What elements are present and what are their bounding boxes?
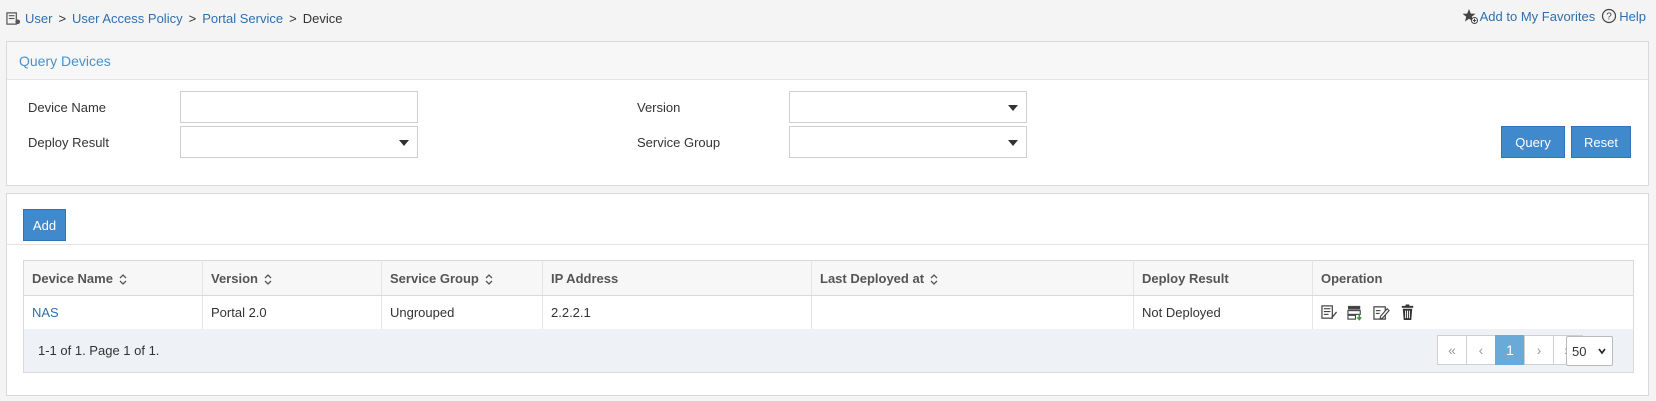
column-header-last-deployed-at[interactable]: Last Deployed at <box>811 260 1134 296</box>
breadcrumb-user-access-policy[interactable]: User Access Policy <box>72 11 183 26</box>
deploy-result-label: Deploy Result <box>28 135 109 150</box>
column-header-device-name[interactable]: Device Name <box>23 260 203 296</box>
device-list-panel: Add Device Name Version Service Group IP… <box>6 193 1649 396</box>
service-group-label: Service Group <box>637 135 721 150</box>
query-button[interactable]: Query <box>1501 126 1565 158</box>
column-header-label: Service Group <box>390 270 479 286</box>
query-panel-title: Query Devices <box>7 42 1648 80</box>
edit-icon[interactable] <box>1373 304 1390 321</box>
device-name-label: Device Name <box>28 100 107 115</box>
help-icon: ? <box>1602 8 1617 24</box>
operation-cell <box>1313 296 1634 330</box>
last-deployed-cell <box>811 295 1134 330</box>
column-header-version[interactable]: Version <box>202 260 382 296</box>
column-header-deploy-result: Deploy Result <box>1133 260 1313 296</box>
column-header-operation: Operation <box>1312 260 1634 296</box>
version-cell: Portal 2.0 <box>202 295 382 330</box>
breadcrumb: User > User Access Policy > Portal Servi… <box>6 8 342 28</box>
pagination: « ‹ 1 › » <box>1437 335 1583 365</box>
help-label: Help <box>1619 8 1646 24</box>
table-row: NAS Portal 2.0 Ungrouped 2.2.2.1 Not Dep… <box>23 295 1634 330</box>
next-page-button[interactable]: › <box>1524 335 1554 365</box>
page-size-value: 50 <box>1572 343 1587 359</box>
sort-icon[interactable] <box>485 273 493 285</box>
add-button[interactable]: Add <box>23 209 66 241</box>
dropdown-caret-icon <box>1008 140 1018 146</box>
prev-page-button[interactable]: ‹ <box>1466 335 1496 365</box>
column-header-ip-address: IP Address <box>542 260 812 296</box>
version-label: Version <box>637 100 681 115</box>
first-page-button[interactable]: « <box>1437 335 1467 365</box>
deploy-result-cell: Not Deployed <box>1133 295 1313 330</box>
device-name-link[interactable]: NAS <box>32 305 59 320</box>
help-link[interactable]: ? Help <box>1601 8 1646 24</box>
page-size-select[interactable]: 50 <box>1566 336 1613 366</box>
page-button-current[interactable]: 1 <box>1495 335 1525 365</box>
detail-icon[interactable] <box>1321 304 1338 321</box>
reset-button[interactable]: Reset <box>1571 126 1631 158</box>
breadcrumb-current: Device <box>302 10 343 26</box>
column-header-label: Device Name <box>32 270 113 286</box>
breadcrumb-separator: > <box>58 10 67 26</box>
breadcrumb-user[interactable]: User <box>25 11 52 26</box>
deploy-icon[interactable] <box>1347 304 1364 321</box>
user-policy-icon <box>6 11 21 25</box>
add-favorites-label: Add to My Favorites <box>1479 8 1596 24</box>
pagination-bar: 1-1 of 1. Page 1 of 1. « ‹ 1 › » 50 <box>23 329 1634 373</box>
breadcrumb-separator: > <box>188 10 197 26</box>
device-name-field[interactable] <box>180 91 418 123</box>
sort-icon[interactable] <box>119 273 127 285</box>
device-table: Device Name Version Service Group IP Add… <box>23 260 1634 330</box>
device-name-input[interactable] <box>181 92 417 122</box>
divider <box>7 244 1648 245</box>
star-add-icon <box>1462 9 1478 24</box>
table-header-row: Device Name Version Service Group IP Add… <box>23 260 1634 296</box>
column-header-label: Last Deployed at <box>820 270 925 286</box>
dropdown-caret-icon <box>399 140 409 146</box>
service-group-select[interactable] <box>789 126 1027 158</box>
breadcrumb-portal-service[interactable]: Portal Service <box>202 11 283 26</box>
column-header-service-group[interactable]: Service Group <box>381 260 543 296</box>
version-select[interactable] <box>789 91 1027 123</box>
chevron-down-icon <box>1598 348 1606 355</box>
pagination-info: 1-1 of 1. Page 1 of 1. <box>38 343 160 358</box>
service-group-cell: Ungrouped <box>381 295 543 330</box>
sort-icon[interactable] <box>264 273 272 285</box>
sort-icon[interactable] <box>930 273 938 285</box>
header-links: Add to My Favorites ? Help <box>1462 8 1646 24</box>
column-header-label: IP Address <box>551 270 619 286</box>
column-header-label: Version <box>211 270 258 286</box>
add-favorites-link[interactable]: Add to My Favorites <box>1462 8 1596 24</box>
deploy-result-select[interactable] <box>180 126 418 158</box>
column-header-label: Operation <box>1321 270 1383 286</box>
breadcrumb-separator: > <box>289 10 297 26</box>
ip-address-cell: 2.2.2.1 <box>542 295 812 330</box>
svg-text:?: ? <box>1606 12 1612 23</box>
query-panel: Query Devices Device Name Version Deploy… <box>6 41 1649 186</box>
dropdown-caret-icon <box>1008 105 1018 111</box>
column-header-label: Deploy Result <box>1142 270 1229 286</box>
delete-icon[interactable] <box>1399 304 1416 321</box>
